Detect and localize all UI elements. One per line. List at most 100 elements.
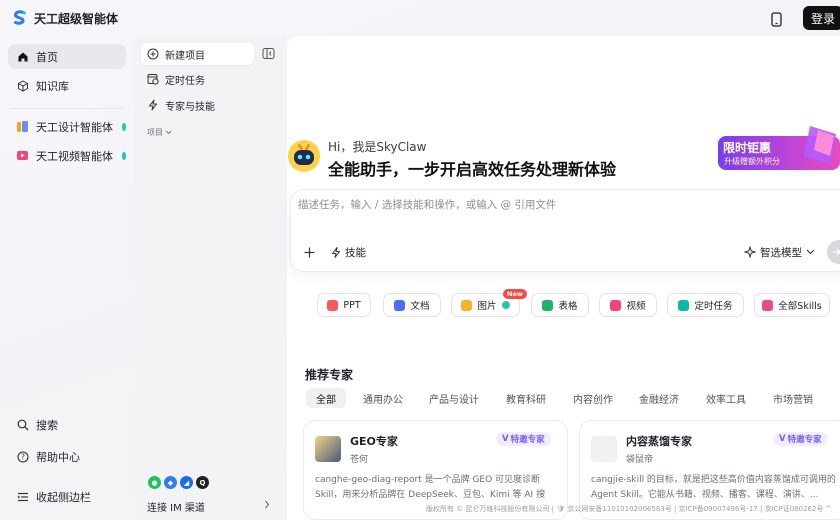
image-icon xyxy=(461,299,473,311)
scheduled-tasks-item[interactable]: 定时任务 xyxy=(141,68,254,90)
help-label: 帮助中心 xyxy=(36,450,80,464)
send-arrow-icon xyxy=(832,247,840,257)
chevron-down-icon xyxy=(165,130,172,135)
nav-item-home[interactable]: 首页 xyxy=(8,44,126,69)
chevron-down-icon xyxy=(806,249,815,255)
lightning-icon xyxy=(331,246,341,258)
new-project-button[interactable]: 新建项目 xyxy=(141,43,254,65)
v-badge-icon: V xyxy=(779,434,786,444)
tab-product-design[interactable]: 产品与设计 xyxy=(429,388,479,408)
headline: 全能助手，一步开启高效任务处理新体验 xyxy=(328,160,617,179)
nav-item-knowledge-base[interactable]: 知识库 xyxy=(8,73,126,98)
status-dot xyxy=(122,151,126,160)
experts-skills-label: 专家与技能 xyxy=(165,101,215,113)
mobile-app-button[interactable] xyxy=(767,10,785,28)
expert-avatar xyxy=(315,436,341,462)
search-button[interactable]: 搜索 xyxy=(8,412,126,437)
login-button[interactable]: 登录 xyxy=(803,6,840,30)
add-attachment-button[interactable] xyxy=(300,243,318,261)
qq-icon: Q xyxy=(196,476,209,489)
nav-item-video-agent[interactable]: 天工视频智能体 xyxy=(8,143,126,168)
expert-description: canghe-geo-diag-report 是一个品牌 GEO 可见度诊断 S… xyxy=(315,475,546,500)
tab-marketing[interactable]: 市场营销 xyxy=(773,388,813,408)
tab-office[interactable]: 通用办公 xyxy=(363,388,403,408)
collapse-label: 收起侧边栏 xyxy=(36,490,91,504)
badge-label: 特邀专家 xyxy=(510,435,545,445)
expert-author: 袋鼠帝 xyxy=(626,455,654,465)
phone-icon xyxy=(770,11,782,27)
chip-label: 表格 xyxy=(558,301,578,312)
brand[interactable]: 天工超级智能体 xyxy=(12,9,118,27)
connect-im-button[interactable]: 连接 IM 渠道 xyxy=(147,499,205,514)
status-dot xyxy=(122,122,126,131)
help-icon: ? xyxy=(16,450,29,463)
task-input[interactable] xyxy=(298,199,718,211)
nav-item-label: 天工设计智能体 xyxy=(36,120,113,134)
scheduled-tasks-label: 定时任务 xyxy=(165,75,205,87)
chip-label: 视频 xyxy=(626,301,646,312)
wechat-icon: ● xyxy=(148,476,161,489)
lightning-icon xyxy=(147,99,159,111)
tab-efficiency[interactable]: 效率工具 xyxy=(706,388,746,408)
projects-section-toggle[interactable]: 项目 xyxy=(147,127,172,138)
skyclaw-avatar xyxy=(287,139,321,173)
im-channel-icons: ● ◆ ◢ Q xyxy=(148,476,209,489)
tab-education[interactable]: 教育科研 xyxy=(506,388,546,408)
greeting: Hi，我是SkyClaw xyxy=(328,140,427,154)
experts-title: 推荐专家 xyxy=(305,368,354,382)
chip-video[interactable]: 视频 xyxy=(599,293,657,317)
skills-button[interactable]: 技能 xyxy=(326,242,371,262)
chip-label: 文档 xyxy=(410,301,430,312)
chip-ppt[interactable]: PPT xyxy=(317,293,371,317)
sparkle-icon xyxy=(744,246,756,258)
projects-label: 项目 xyxy=(147,128,163,137)
experts-skills-item[interactable]: 专家与技能 xyxy=(141,94,254,116)
chip-all-skills[interactable]: 全部Skills xyxy=(754,293,830,317)
svg-text:?: ? xyxy=(21,452,25,461)
chip-label: 图片 xyxy=(477,301,497,312)
promo-banner[interactable]: 限时钜惠 升级赠额外积分 xyxy=(718,126,840,172)
app-title: 天工超级智能体 xyxy=(34,11,119,26)
sidebar-toggle-icon xyxy=(262,47,276,60)
nav-item-label: 首页 xyxy=(36,50,58,64)
promo-subtitle: 升级赠额外积分 xyxy=(724,156,780,166)
tab-finance[interactable]: 金融经济 xyxy=(639,388,679,408)
plus-circle-icon xyxy=(147,48,159,60)
invited-expert-badge: V 特邀专家 xyxy=(773,432,828,446)
nav-item-design-agent[interactable]: 天工设计智能体 xyxy=(8,114,126,139)
skywork-logo-icon xyxy=(12,10,28,26)
skills-label: 技能 xyxy=(345,246,366,259)
chip-scheduled-task[interactable]: 定时任务 xyxy=(667,293,744,317)
expert-description: cangjie-skill 的目标，就是把这些高价值内容蒸馏成可调用的 Agen… xyxy=(591,475,836,500)
calendar-clock-icon xyxy=(147,73,159,85)
video-icon xyxy=(610,299,622,311)
collapse-sidebar-button[interactable]: 收起侧边栏 xyxy=(8,484,126,509)
new-badge: New xyxy=(503,289,527,299)
doc-icon xyxy=(394,299,406,311)
model-label: 智选模型 xyxy=(760,246,802,259)
plus-icon xyxy=(304,247,315,258)
collapse-panel-button[interactable] xyxy=(262,47,276,61)
model-selector[interactable]: 智选模型 xyxy=(744,242,815,262)
footer-legal: 版权所有 © 昆仑万维科技股份有限公司 | 🛡 京公网安备11010102006… xyxy=(426,505,832,513)
search-label: 搜索 xyxy=(36,418,58,432)
tab-all[interactable]: 全部 xyxy=(306,388,346,408)
invited-expert-badge: V 特邀专家 xyxy=(496,432,551,446)
chip-label: 全部Skills xyxy=(778,301,822,312)
expert-author: 苍何 xyxy=(350,455,369,465)
badge-label: 特邀专家 xyxy=(787,435,822,445)
tab-content[interactable]: 内容创作 xyxy=(573,388,613,408)
nav-item-label: 天工视频智能体 xyxy=(36,149,113,163)
cube-icon xyxy=(16,79,29,92)
chip-label: 定时任务 xyxy=(694,301,733,312)
nav-item-label: 知识库 xyxy=(36,79,69,93)
skills-icon xyxy=(762,299,774,311)
v-badge-icon: V xyxy=(502,434,509,444)
promo-title: 限时钜惠 xyxy=(723,140,771,155)
nav-divider xyxy=(10,108,124,109)
chip-sheet[interactable]: 表格 xyxy=(531,293,589,317)
chip-doc[interactable]: 文档 xyxy=(383,293,441,317)
help-center-button[interactable]: ? 帮助中心 xyxy=(8,444,126,469)
home-icon xyxy=(16,50,29,63)
collapse-icon xyxy=(16,490,29,503)
